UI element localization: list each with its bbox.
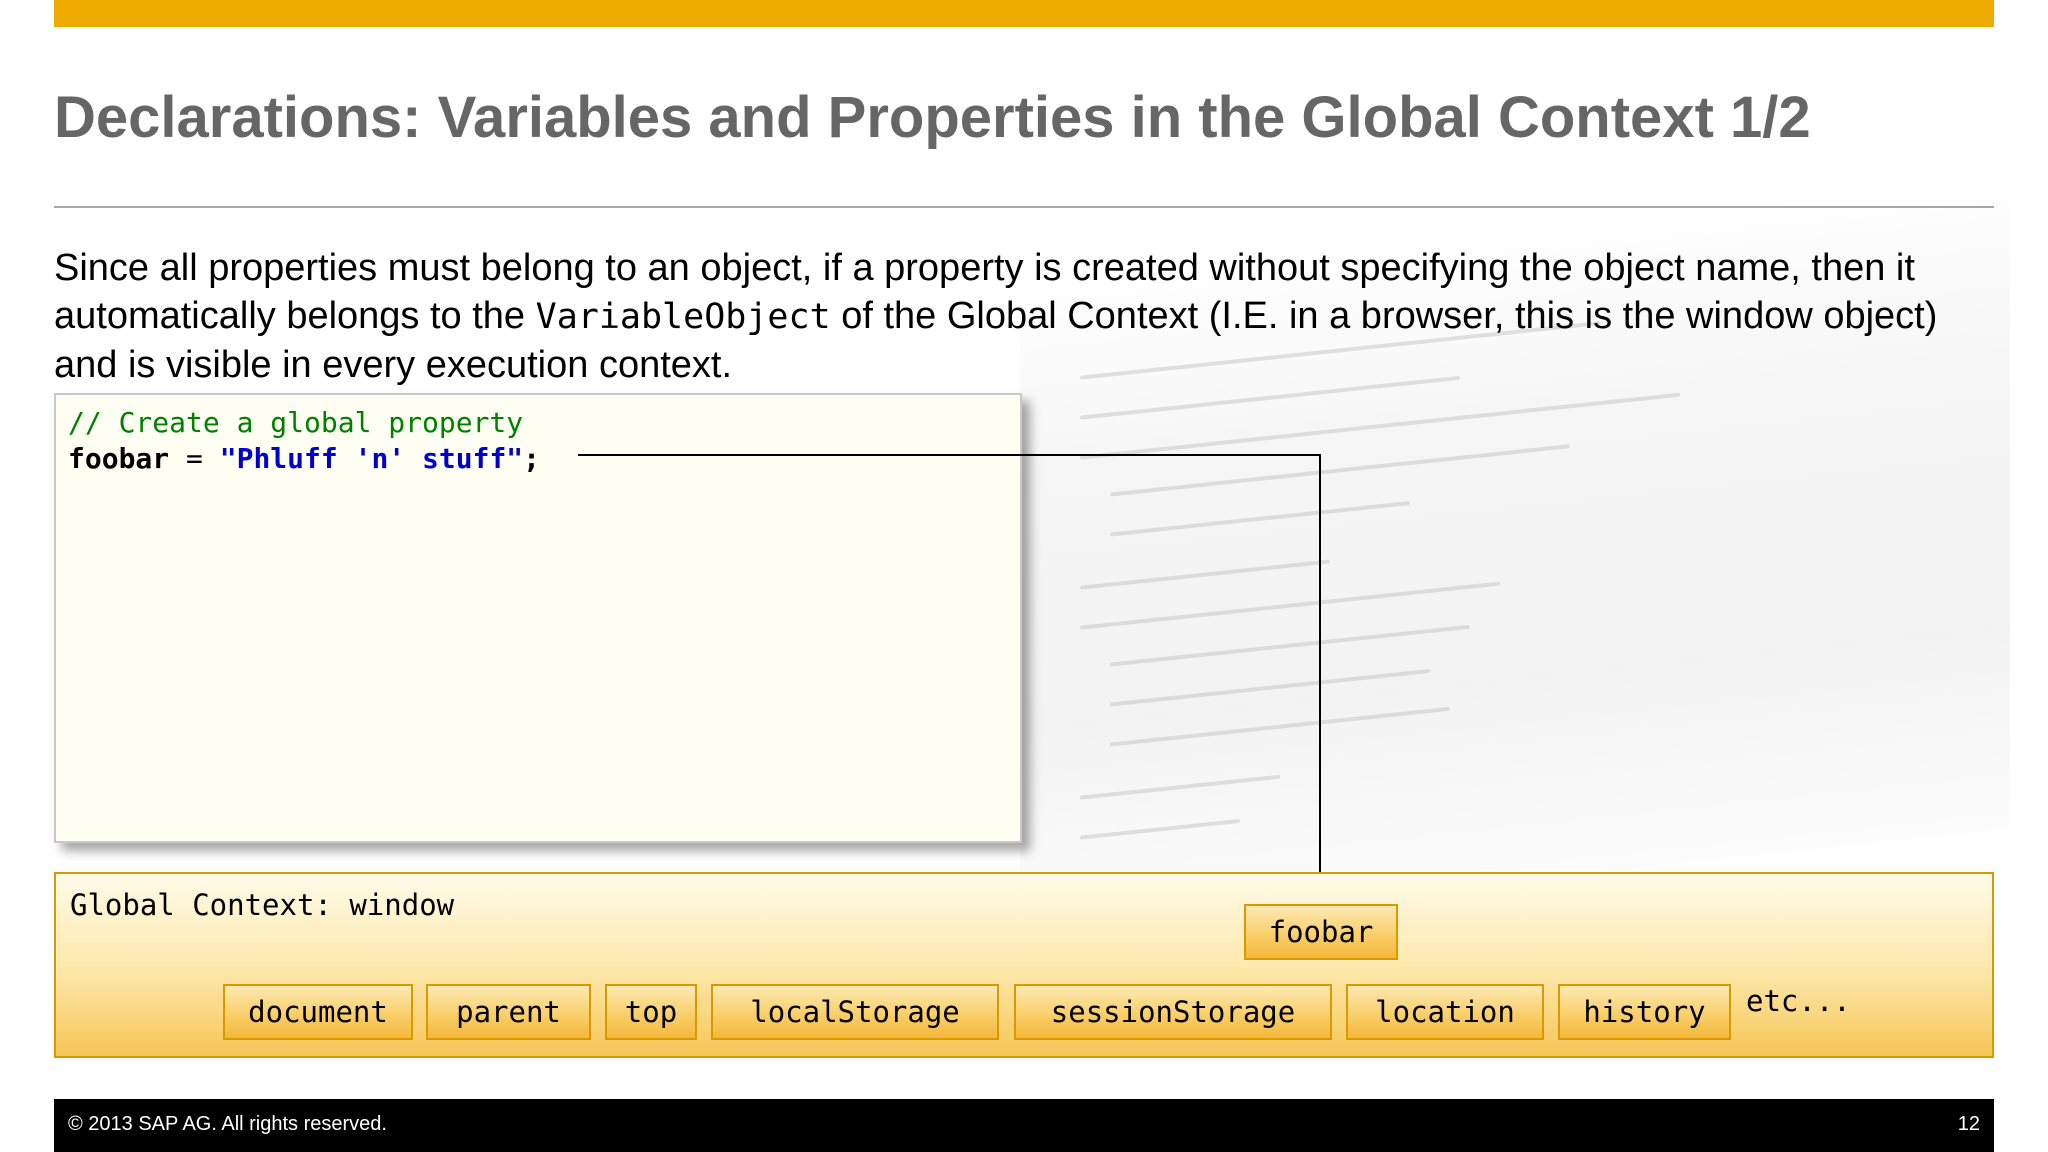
top-accent-bar — [54, 0, 1994, 27]
property-parent: parent — [426, 984, 591, 1040]
code-comment-line: // Create a global property — [68, 406, 524, 439]
property-location: location — [1346, 984, 1544, 1040]
title-divider — [54, 206, 1994, 208]
property-top: top — [605, 984, 697, 1040]
code-operator: = — [169, 442, 220, 475]
property-foobar: foobar — [1244, 904, 1398, 960]
page-number: 12 — [1957, 1113, 1980, 1135]
body-paragraph: Since all properties must belong to an o… — [54, 244, 1994, 389]
footer-copyright: © 2013 SAP AG. All rights reserved. — [68, 1113, 387, 1135]
code-identifier: foobar — [68, 442, 170, 475]
code-statement-line: foobar = "Phluff 'n' stuff"; — [68, 441, 1008, 477]
etc-label: etc... — [1746, 984, 1851, 1018]
slide: Declarations: Variables and Properties i… — [0, 0, 2048, 1152]
code-box: // Create a global property foobar = "Ph… — [54, 393, 1022, 843]
slide-title: Declarations: Variables and Properties i… — [54, 85, 1811, 150]
footer-bar: © 2013 SAP AG. All rights reserved. 12 — [54, 1099, 1994, 1152]
global-context-box: Global Context: window foobar document p… — [54, 872, 1994, 1058]
property-document: document — [223, 984, 413, 1040]
property-history: history — [1558, 984, 1731, 1040]
body-text-variableobject: VariableObject — [535, 297, 831, 337]
global-context-label: Global Context: window — [70, 888, 455, 922]
code-string: "Phluff 'n' stuff" — [219, 442, 524, 475]
property-sessionstorage: sessionStorage — [1014, 984, 1332, 1040]
property-localstorage: localStorage — [711, 984, 999, 1040]
code-semicolon: ; — [523, 442, 541, 475]
